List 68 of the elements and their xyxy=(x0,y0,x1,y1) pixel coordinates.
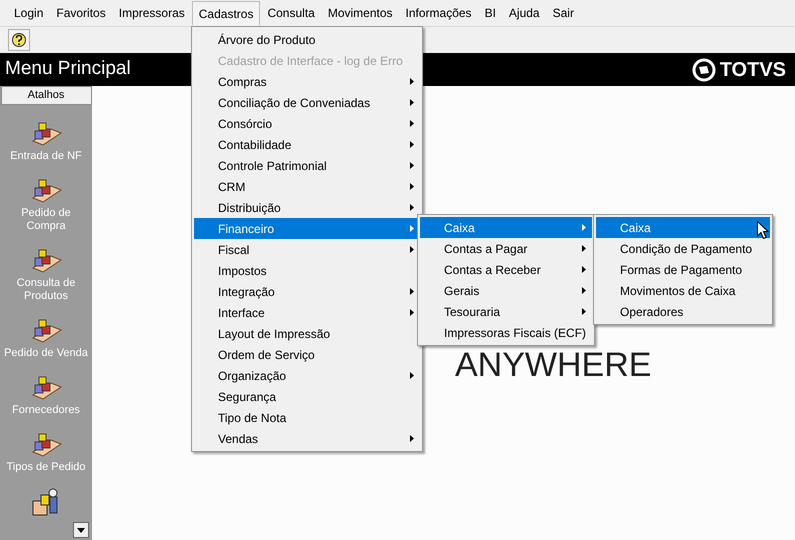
menu-bar-item[interactable]: Cadastros xyxy=(192,1,260,25)
submenu-arrow-icon xyxy=(410,99,414,106)
menu-item[interactable]: Interface xyxy=(194,302,420,323)
submenu-arrow-icon xyxy=(582,308,586,315)
menu-item[interactable]: Operadores xyxy=(596,301,770,322)
menu-bar-item[interactable]: Sair xyxy=(546,1,580,25)
submenu-arrow-icon xyxy=(582,245,586,252)
menu-item[interactable]: Conciliação de Conveniadas xyxy=(194,92,420,113)
caret-down-icon xyxy=(77,528,85,532)
menu-item[interactable]: Caixa xyxy=(420,217,592,238)
submenu-arrow-icon xyxy=(410,372,414,379)
submenu-arrow-icon xyxy=(410,120,414,127)
menu-item[interactable]: Árvore do Produto xyxy=(194,29,420,50)
submenu-arrow-icon xyxy=(410,141,414,148)
menu-item[interactable]: Tesouraria xyxy=(420,301,592,322)
menu-item[interactable]: Distribuição xyxy=(194,197,420,218)
submenu-arrow-icon xyxy=(410,162,414,169)
menu-item[interactable]: Integração xyxy=(194,281,420,302)
menu-item[interactable]: Organização xyxy=(194,365,420,386)
menu-item[interactable]: Compras xyxy=(194,71,420,92)
menu-bar-item[interactable]: Informações xyxy=(400,1,478,25)
menu-item[interactable]: Layout de Impressão xyxy=(194,323,420,344)
menu-bar-item[interactable]: Movimentos xyxy=(322,1,399,25)
logo-icon xyxy=(692,58,716,82)
submenu-arrow-icon xyxy=(582,224,586,231)
submenu-arrow-icon xyxy=(410,183,414,190)
menu-item[interactable]: Ordem de Serviço xyxy=(194,344,420,365)
menu-bar-item[interactable]: Login xyxy=(8,1,50,25)
logo-text: TOTVS xyxy=(720,58,786,82)
submenu-arrow-icon xyxy=(582,287,586,294)
menu-item[interactable]: Contas a Pagar xyxy=(420,238,592,259)
menu-item[interactable]: Caixa xyxy=(596,217,770,238)
menu-item[interactable]: Contas a Receber xyxy=(420,259,592,280)
submenu-arrow-icon xyxy=(410,309,414,316)
menu-item[interactable]: Impostos xyxy=(194,260,420,281)
menu-item[interactable]: Consórcio xyxy=(194,113,420,134)
menu-item[interactable]: Contabilidade xyxy=(194,134,420,155)
menu-item[interactable]: Financeiro xyxy=(194,218,420,239)
menu-item[interactable]: Controle Patrimonial xyxy=(194,155,420,176)
menu-item[interactable]: Tipo de Nota xyxy=(194,407,420,428)
background-slogan: ANYWHERE xyxy=(455,348,652,382)
submenu-arrow-icon xyxy=(410,435,414,442)
menu-item[interactable]: Segurança xyxy=(194,386,420,407)
menu-item[interactable]: Impressoras Fiscais (ECF) xyxy=(420,322,592,343)
menu-item[interactable]: Gerais xyxy=(420,280,592,301)
submenu-arrow-icon xyxy=(410,78,414,85)
menu-bar-item[interactable]: Favoritos xyxy=(50,1,112,25)
sidebar-header: Atalhos xyxy=(0,86,92,105)
menu-bar-item[interactable]: Consulta xyxy=(261,1,321,25)
menu-item[interactable]: Vendas xyxy=(194,428,420,449)
scroll-down-button[interactable] xyxy=(73,522,89,538)
menu-item[interactable]: Fiscal xyxy=(194,239,420,260)
mouse-cursor-icon xyxy=(757,221,769,240)
help-icon xyxy=(11,32,27,48)
submenu-arrow-icon xyxy=(410,225,414,232)
submenu-arrow-icon xyxy=(410,246,414,253)
banner-title: Menu Principal xyxy=(5,57,131,82)
submenu-arrow-icon xyxy=(410,204,414,211)
help-toolbar-button[interactable] xyxy=(8,29,30,51)
menu-bar-item[interactable]: Impressoras xyxy=(112,1,191,25)
menu-item[interactable]: Condição de Pagamento xyxy=(596,238,770,259)
submenu-arrow-icon xyxy=(582,266,586,273)
menu-item[interactable]: CRM xyxy=(194,176,420,197)
menu-item[interactable]: Movimentos de Caixa xyxy=(596,280,770,301)
submenu-arrow-icon xyxy=(410,288,414,295)
menu-item[interactable]: Formas de Pagamento xyxy=(596,259,770,280)
menu-bar-item[interactable]: Ajuda xyxy=(502,1,546,25)
menu-bar-item[interactable]: BI xyxy=(478,1,502,25)
